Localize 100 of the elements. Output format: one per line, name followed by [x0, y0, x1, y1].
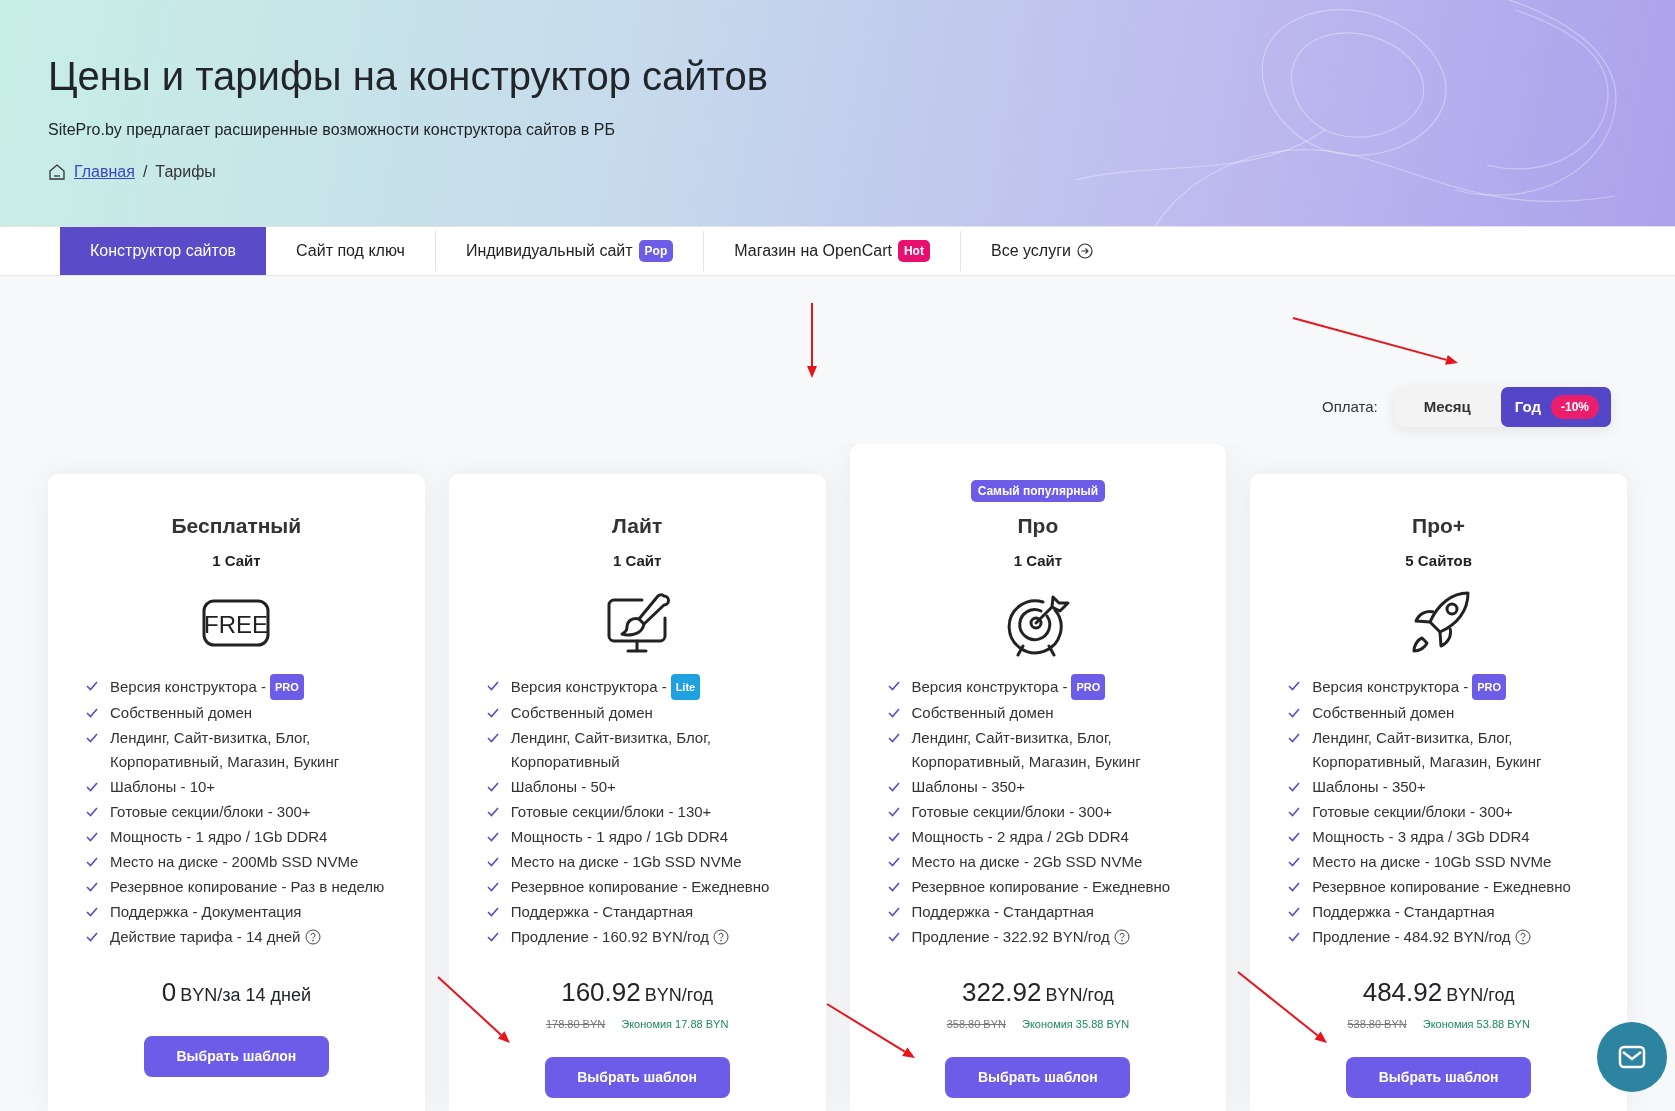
choose-template-button[interactable]: Выбрать шаблон	[1346, 1056, 1532, 1098]
feature-text: Лендинг, Сайт-визитка, Блог, Корпоративный, Магазин, Букинг	[1312, 728, 1543, 772]
feature-text: Лендинг, Сайт-визитка, Блог, Корпоративный, Магазин, Букинг	[110, 728, 341, 772]
choose-template-button[interactable]: Выбрать шаблон	[544, 1056, 730, 1098]
check-icon	[486, 807, 499, 817]
tab-badge: Hot	[897, 240, 930, 262]
feature-text: Лендинг, Сайт-визитка, Блог, Корпоративный	[510, 728, 712, 772]
feature-text: Шаблоны - 10+	[110, 777, 216, 797]
check-icon	[86, 832, 98, 842]
billing-option[interactable]: Месяц	[1393, 387, 1501, 427]
price-unit: BYN/год	[644, 984, 714, 1007]
check-icon	[486, 708, 499, 718]
check-icon	[86, 733, 98, 743]
feature-text: Место на диске - 1Gb SSD NVMe	[510, 852, 742, 872]
check-icon	[887, 681, 900, 691]
tab-badge: Pop	[638, 240, 674, 262]
tab[interactable]: Индивидуальный сайт Pop	[435, 227, 704, 275]
check-icon	[86, 681, 98, 691]
feature-text: Место на диске - 2Gb SSD NVMe	[911, 852, 1143, 872]
check-icon	[86, 807, 98, 817]
home-icon	[48, 163, 66, 181]
plan-sites: 5 Сайтов	[1405, 550, 1472, 571]
feature-text: Место на диске - 10Gb SSD NVMe	[1312, 852, 1552, 872]
check-icon	[486, 681, 499, 691]
plan-name: Про	[1017, 513, 1059, 539]
tab[interactable]: Конструктор сайтов	[60, 227, 267, 275]
feature-text: Собственный домен	[510, 703, 653, 723]
check-icon	[887, 807, 900, 817]
help-icon[interactable]	[713, 929, 730, 945]
check-icon	[1288, 857, 1301, 867]
choose-template-button[interactable]: Выбрать шаблон	[945, 1056, 1131, 1098]
plan-sites: 1 Сайт	[212, 550, 261, 571]
price-value: 322.92	[961, 976, 1042, 1009]
check-icon	[887, 832, 900, 842]
feature-text: Мощность - 1 ядро / 1Gb DDR4	[510, 827, 729, 847]
check-icon	[86, 907, 98, 917]
check-icon	[486, 907, 499, 917]
plan-name: Лайт	[612, 513, 663, 539]
feature-text: Поддержка - Стандартная	[1312, 902, 1495, 922]
price-value: 0	[161, 976, 177, 1009]
check-icon	[1288, 681, 1301, 691]
discount-badge: -10%	[1551, 395, 1599, 419]
feature-text: Мощность - 2 ядра / 2Gb DDR4	[911, 827, 1129, 847]
feature-text: Собственный домен	[1312, 703, 1455, 723]
tab[interactable]: Магазин на OpenCart Hot	[704, 227, 960, 275]
feature-text: Готовые секции/блоки - 130+	[510, 802, 712, 822]
feature-text: Продление - 322.92 BYN/год	[911, 927, 1110, 947]
check-icon	[887, 708, 900, 718]
choose-template-button[interactable]: Выбрать шаблон	[143, 1036, 329, 1077]
feature-text: Поддержка - Документация	[110, 902, 302, 922]
feature-text: Действие тарифа - 14 дней	[110, 927, 301, 947]
price-unit: BYN/за 14 дней	[180, 984, 311, 1007]
saving-text: Экономия 17.88 BYN	[621, 1017, 729, 1032]
feature-text: Резервное копирование - Ежедневно	[510, 877, 770, 897]
help-icon[interactable]	[1113, 929, 1130, 945]
old-price: 358.80 BYN	[946, 1017, 1006, 1032]
breadcrumb-current: Тарифы	[155, 162, 216, 182]
breadcrumb-separator: /	[142, 162, 148, 182]
feature-text: Версия конструктора -	[510, 677, 667, 697]
check-icon	[486, 857, 499, 867]
help-icon[interactable]	[304, 929, 321, 945]
check-icon	[86, 708, 98, 718]
plan-name: Бесплатный	[171, 513, 302, 539]
feature-text: Лендинг, Сайт-визитка, Блог, Корпоративный, Магазин, Букинг	[911, 728, 1142, 772]
page-subtitle: SitePro.by предлагает расширенные возможности конструктора сайтов в РБ	[48, 120, 616, 140]
check-icon	[86, 882, 98, 892]
old-price: 538.80 BYN	[1347, 1017, 1407, 1032]
tab[interactable]: Все услуги	[960, 227, 1123, 275]
feature-text: Поддержка - Стандартная	[510, 902, 694, 922]
feature-text: Продление - 160.92 BYN/год	[510, 927, 710, 947]
plan-name: Про+	[1412, 513, 1466, 539]
check-icon	[86, 932, 98, 942]
billing-option[interactable]: Год -10%	[1500, 387, 1611, 427]
check-icon	[887, 782, 900, 792]
check-icon	[1288, 882, 1301, 892]
check-icon	[1288, 782, 1301, 792]
page-title: Цены и тарифы на конструктор сайтов	[48, 53, 769, 100]
check-icon	[887, 907, 900, 917]
feature-text: Мощность - 3 ядра / 3Gb DDR4	[1312, 827, 1530, 847]
feature-text: Мощность - 1 ядро / 1Gb DDR4	[110, 827, 328, 847]
feature-text: Готовые секции/блоки - 300+	[1312, 802, 1513, 822]
feature-text: Версия конструктора -	[911, 677, 1068, 697]
tab[interactable]: Сайт под ключ	[266, 227, 435, 275]
price-value: 484.92	[1362, 976, 1443, 1009]
old-price: 178.80 BYN	[545, 1017, 606, 1032]
version-badge: Lite	[670, 674, 701, 700]
feature-text: Место на диске - 200Mb SSD NVMe	[110, 852, 359, 872]
check-icon	[887, 882, 900, 892]
check-icon	[486, 932, 499, 942]
price-unit: BYN/год	[1446, 984, 1515, 1007]
feature-text: Шаблоны - 50+	[510, 777, 616, 797]
feature-text: Резервное копирование - Раз в неделю	[110, 877, 385, 897]
check-icon	[486, 782, 499, 792]
feature-text: Готовые секции/блоки - 300+	[911, 802, 1113, 822]
version-badge: PRO	[1472, 674, 1506, 700]
check-icon	[1288, 807, 1301, 817]
help-icon[interactable]	[1514, 929, 1531, 945]
version-badge: PRO	[269, 674, 304, 700]
check-icon	[486, 882, 499, 892]
breadcrumb-link[interactable]: Главная	[74, 160, 135, 184]
